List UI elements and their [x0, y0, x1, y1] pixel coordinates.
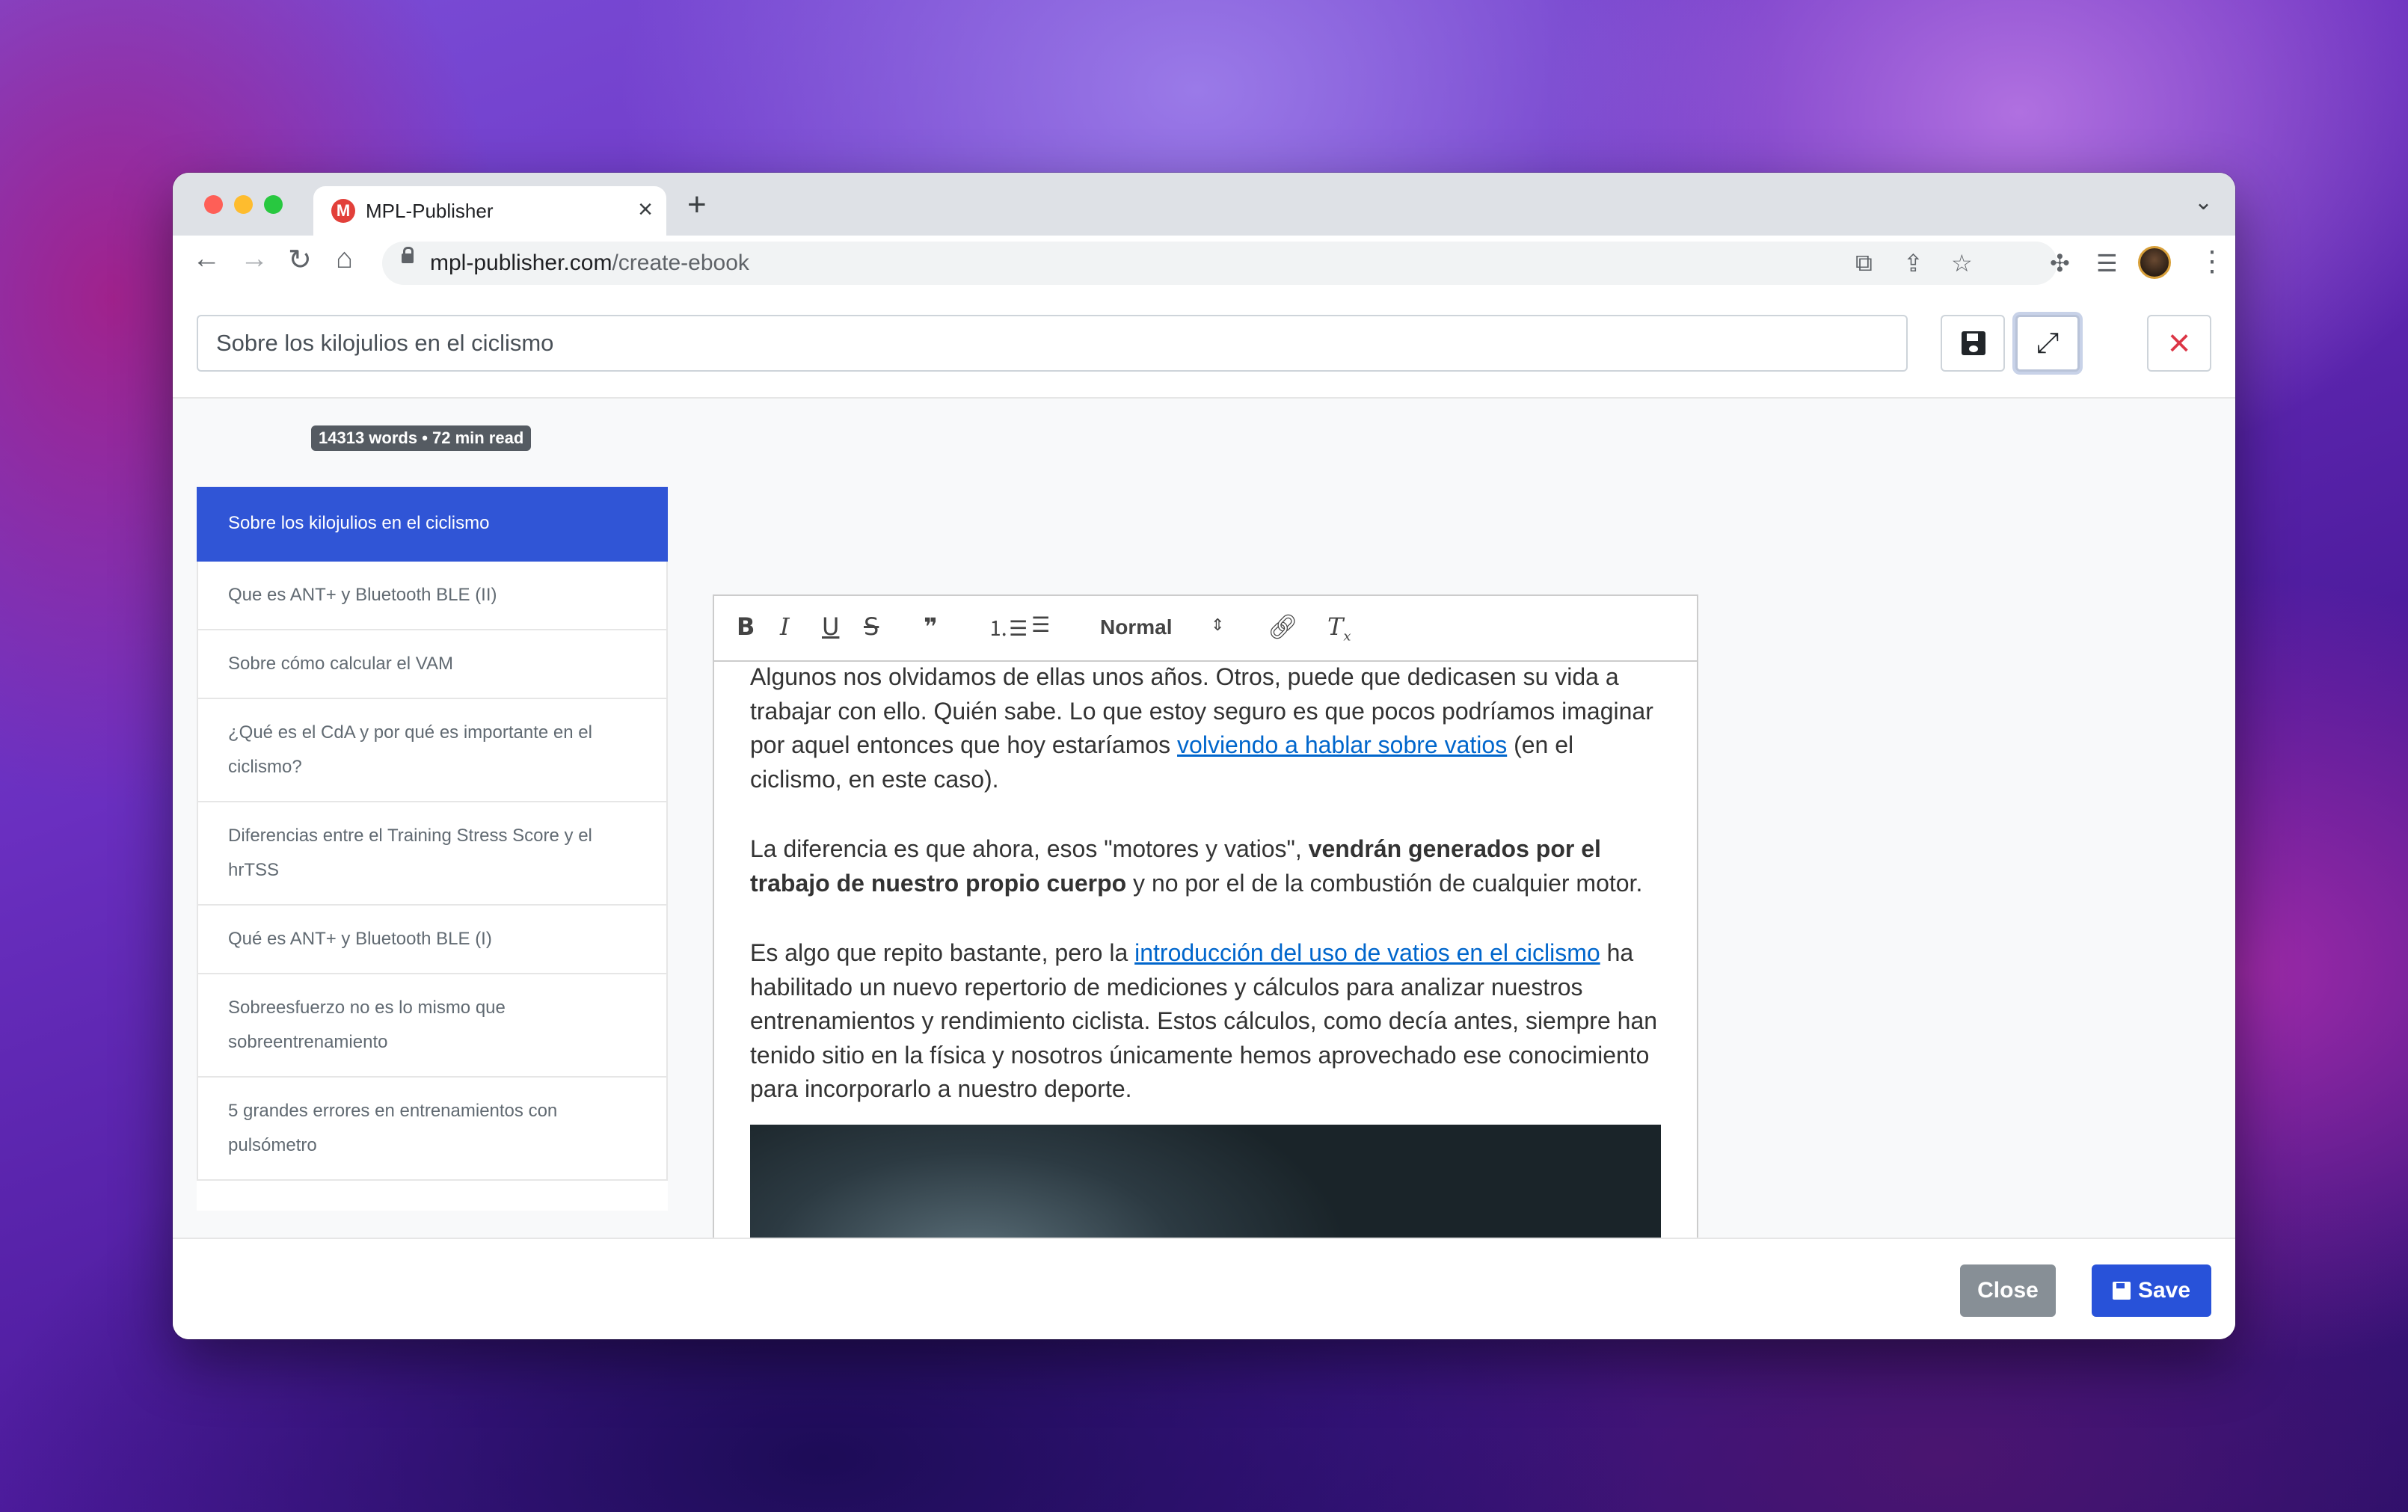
extensions-puzzle-icon[interactable]: ✣: [2050, 249, 2070, 277]
expand-arrows-icon: ⤢: [2036, 328, 2060, 359]
underline-button[interactable]: U: [822, 612, 839, 641]
inline-link[interactable]: introducción del uso de vatios en el cic…: [1134, 939, 1600, 966]
discard-button[interactable]: ×: [2147, 315, 2211, 372]
app-page: ⤢ × 14313 words • 72 min read Sobre los …: [173, 291, 2235, 1339]
tab-title: MPL-Publisher: [366, 200, 494, 222]
save-button[interactable]: Save: [2092, 1264, 2211, 1317]
share-icon[interactable]: ⇪: [1903, 249, 1923, 277]
browser-toolbar: ← → ↻ ⌂ mpl-publisher.com/create-ebook ⧉…: [173, 236, 2235, 292]
open-in-app-icon[interactable]: ⧉: [1855, 249, 1873, 277]
paragraph: Algunos nos olvidamos de ellas unos años…: [750, 663, 1653, 793]
browser-window: M MPL-Publisher × + ⌄ ← → ↻ ⌂ mpl-publis…: [173, 173, 2235, 1339]
close-window-button[interactable]: [204, 195, 223, 214]
chapter-item[interactable]: Sobre cómo calcular el VAM: [197, 630, 668, 699]
modal-footer: Close Save: [173, 1238, 2235, 1339]
bookmark-star-icon[interactable]: ☆: [1951, 249, 1973, 277]
tab-close-icon[interactable]: ×: [638, 195, 653, 224]
url-text: mpl-publisher.com/create-ebook: [430, 251, 749, 275]
chapter-list: Sobre los kilojulios en el ciclismo Que …: [197, 487, 668, 1211]
floppy-disk-icon: [2112, 1282, 2131, 1300]
home-icon[interactable]: ⌂: [336, 243, 353, 275]
paragraph: La diferencia es que ahora, esos "motore…: [750, 835, 1643, 897]
browser-tab[interactable]: M MPL-Publisher ×: [313, 186, 666, 236]
save-draft-button[interactable]: [1941, 315, 2005, 372]
editor-toolbar: B I U S ❞ ⒈☰ ☰ Normal ⇕ 🔗︎ Tx: [714, 596, 1697, 662]
chapter-item[interactable]: Diferencias entre el Training Stress Sco…: [197, 802, 668, 906]
back-arrow-icon[interactable]: ←: [192, 243, 221, 275]
format-select[interactable]: Normal: [1100, 615, 1172, 639]
favicon-icon: M: [331, 199, 355, 223]
close-button[interactable]: Close: [1960, 1264, 2056, 1317]
maximize-window-button[interactable]: [264, 195, 283, 214]
inline-link[interactable]: volviendo a hablar sobre vatios: [1177, 731, 1507, 758]
ebook-title-bar: ⤢ ×: [173, 291, 2235, 399]
clear-format-icon[interactable]: Tx: [1327, 612, 1351, 644]
bullet-list-icon[interactable]: ☰: [1031, 612, 1050, 637]
ebook-title-input[interactable]: [197, 315, 1908, 372]
browser-menu-icon[interactable]: ⋮: [2198, 245, 2226, 278]
word-count-badge: 14313 words • 72 min read: [311, 425, 532, 451]
link-icon[interactable]: 🔗︎: [1268, 612, 1298, 641]
ordered-list-icon[interactable]: ⒈☰: [988, 612, 1028, 642]
address-bar[interactable]: mpl-publisher.com/create-ebook ⧉ ⇪ ☆: [382, 242, 2057, 285]
new-tab-icon[interactable]: +: [687, 186, 707, 224]
chapter-item[interactable]: ¿Qué es el CdA y por qué es importante e…: [197, 699, 668, 802]
strikethrough-button[interactable]: S: [864, 612, 879, 641]
bold-button[interactable]: B: [737, 612, 755, 641]
media-queue-icon[interactable]: ☰: [2096, 249, 2118, 277]
minimize-window-button[interactable]: [234, 195, 253, 214]
paragraph: Es algo que repito bastante, pero la int…: [750, 939, 1658, 1102]
chapter-item[interactable]: Sobreesfuerzo no es lo mismo que sobreen…: [197, 974, 668, 1078]
close-x-icon: ×: [2167, 322, 2191, 365]
tab-search-chevron-icon[interactable]: ⌄: [2194, 189, 2213, 215]
chapter-item[interactable]: Sobre los kilojulios en el ciclismo: [197, 487, 668, 562]
forward-arrow-icon[interactable]: →: [240, 243, 268, 275]
italic-button[interactable]: I: [780, 612, 790, 641]
fullscreen-toggle-button[interactable]: ⤢: [2015, 315, 2080, 372]
blockquote-button[interactable]: ❞: [924, 612, 938, 641]
chapter-item[interactable]: 5 grandes errores en entrenamientos con …: [197, 1078, 668, 1181]
floppy-disk-icon: [1962, 331, 1985, 355]
tab-strip: M MPL-Publisher × + ⌄: [173, 173, 2235, 236]
chapter-item[interactable]: Qué es ANT+ y Bluetooth BLE (I): [197, 906, 668, 974]
profile-avatar[interactable]: [2138, 246, 2171, 279]
chapter-item[interactable]: Que es ANT+ y Bluetooth BLE (II): [197, 562, 668, 630]
lock-icon: [402, 247, 414, 263]
select-caret-icon: ⇕: [1211, 615, 1225, 634]
rich-text-editor: B I U S ❞ ⒈☰ ☰ Normal ⇕ 🔗︎ Tx Algunos no…: [713, 594, 1698, 1339]
reload-icon[interactable]: ↻: [288, 243, 312, 277]
